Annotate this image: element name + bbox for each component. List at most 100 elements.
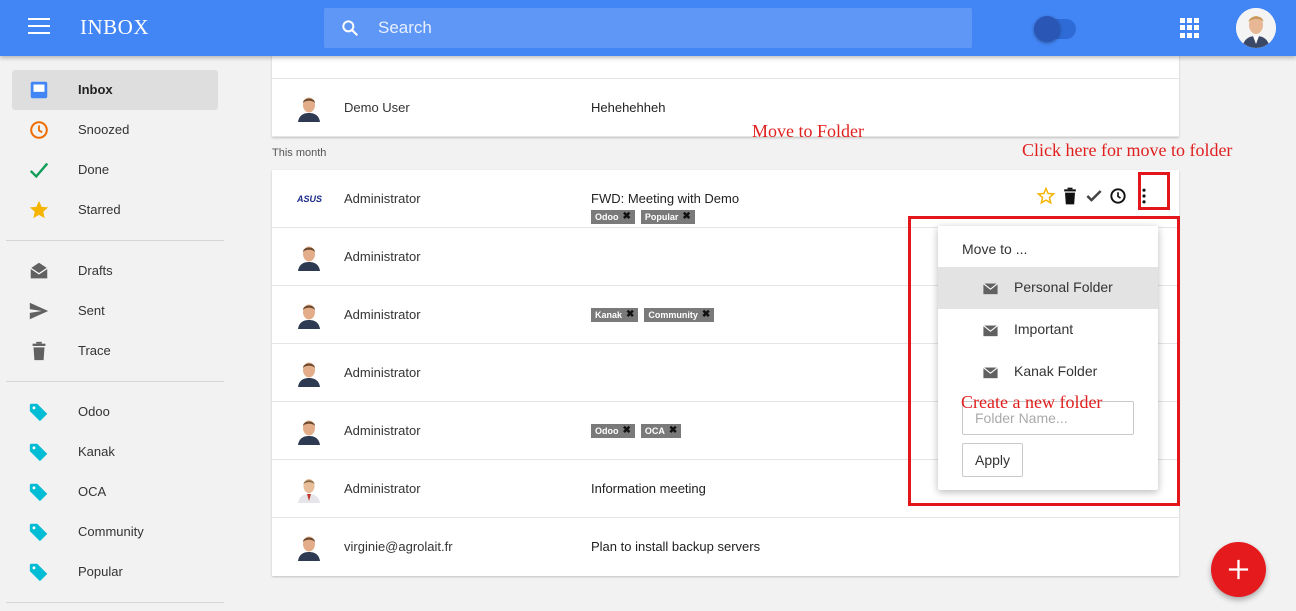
remove-tag-icon[interactable]: ✖ — [623, 426, 631, 436]
tag-chip: Odoo ✖ — [591, 210, 635, 224]
sidebar-item-label: Snoozed — [78, 122, 130, 137]
toggle-knob — [1034, 16, 1060, 42]
tag-list: Odoo ✖ OCA ✖ — [591, 424, 682, 438]
sidebar-item-done[interactable]: Done — [12, 150, 218, 190]
svg-text:ASUS: ASUS — [296, 194, 322, 204]
sidebar-item-label: Community — [78, 524, 144, 539]
sidebar-item-label: Sent — [78, 303, 105, 318]
highlight-box-more-button — [1138, 172, 1170, 210]
drafts-icon — [28, 260, 50, 282]
sidebar-item-trace[interactable]: Trace — [12, 331, 218, 371]
compose-button[interactable] — [1211, 542, 1266, 597]
sidebar-item-label: Odoo — [78, 404, 110, 419]
tag-list: Odoo ✖ Popular ✖ — [591, 210, 695, 224]
tag-chip: Popular ✖ — [640, 210, 695, 224]
app-title: INBOX — [80, 15, 149, 39]
tag-label: Kanak — [595, 310, 623, 320]
avatar — [296, 243, 322, 271]
sidebar-item-label: Kanak — [78, 444, 115, 459]
sidebar-item-label: Done — [78, 162, 110, 177]
avatar — [296, 94, 322, 122]
tag-chip: Kanak ✖ — [591, 308, 639, 322]
remove-tag-icon[interactable]: ✖ — [669, 426, 677, 436]
mail-subject: FWD: Meeting with Demo — [591, 191, 740, 206]
mail-sender: Administrator — [344, 365, 421, 380]
apps-grid-icon[interactable] — [1180, 18, 1200, 38]
user-avatar[interactable] — [1236, 8, 1276, 48]
search-bar[interactable] — [324, 8, 972, 48]
trash-icon[interactable] — [1060, 186, 1080, 206]
mail-subject: Plan to install backup servers — [591, 539, 761, 554]
avatar — [296, 475, 322, 503]
mail-subject: Hehehehheh — [591, 100, 666, 115]
remove-tag-icon[interactable]: ✖ — [623, 212, 631, 222]
sidebar-divider — [6, 240, 224, 241]
menu-icon[interactable] — [28, 18, 50, 36]
avatar — [296, 301, 322, 329]
plus-icon — [1228, 559, 1249, 580]
remove-tag-icon[interactable]: ✖ — [626, 310, 634, 320]
mail-sender: Administrator — [344, 191, 421, 206]
mail-sender: virginie@agrolait.fr — [344, 539, 453, 554]
tag-chip: Odoo ✖ — [591, 424, 635, 438]
sidebar-item-snoozed[interactable]: Snoozed — [12, 110, 218, 150]
top-app-bar: INBOX — [0, 0, 1296, 56]
sidebar-item-drafts[interactable]: Drafts — [12, 251, 218, 291]
tag-list: Kanak ✖ Community ✖ — [591, 308, 715, 322]
tag-chip: OCA ✖ — [640, 424, 682, 438]
tag-chip: Community ✖ — [644, 308, 715, 322]
sidebar: Inbox Snoozed Done Starred Drafts Sent T… — [0, 56, 230, 611]
sidebar-item-sent[interactable]: Sent — [12, 291, 218, 331]
toggle-switch[interactable] — [1034, 16, 1076, 42]
annotation-move-to-folder: Move to Folder — [752, 121, 864, 141]
remove-tag-icon[interactable]: ✖ — [702, 310, 710, 320]
sidebar-divider — [6, 381, 224, 382]
tag-label: Popular — [644, 212, 679, 222]
sidebar-divider — [6, 602, 224, 603]
sidebar-item-kanak[interactable]: Kanak — [12, 432, 218, 472]
clock-icon — [28, 119, 50, 141]
check-icon — [28, 159, 50, 181]
send-icon — [28, 300, 50, 322]
tag-label: Odoo — [595, 426, 619, 436]
check-icon[interactable] — [1084, 186, 1104, 206]
sidebar-item-inbox[interactable]: Inbox — [12, 70, 218, 110]
star-icon — [28, 199, 50, 221]
sidebar-item-oca[interactable]: OCA — [12, 472, 218, 512]
sidebar-item-label: OCA — [78, 484, 107, 499]
tag-label: Odoo — [595, 212, 619, 222]
avatar — [296, 417, 322, 445]
mail-sender: Administrator — [344, 307, 421, 322]
inbox-icon — [28, 79, 50, 101]
sidebar-item-odoo[interactable]: Odoo — [12, 392, 218, 432]
remove-tag-icon[interactable]: ✖ — [682, 212, 690, 222]
annotation-click-here: Click here for move to folder — [1022, 140, 1233, 160]
tag-label: OCA — [644, 426, 665, 436]
sidebar-item-starred[interactable]: Starred — [12, 190, 218, 230]
avatar — [296, 359, 322, 387]
search-icon[interactable] — [340, 18, 360, 38]
sidebar-item-community[interactable]: Community — [12, 512, 218, 552]
mail-sender: Administrator — [344, 249, 421, 264]
sidebar-item-label: Trace — [78, 343, 111, 358]
avatar — [296, 533, 322, 561]
search-input[interactable] — [378, 8, 958, 48]
label-icon — [28, 481, 50, 503]
table-row[interactable]: virginie@agrolait.fr Plan to install bac… — [272, 518, 1179, 576]
trash-icon — [28, 340, 50, 362]
table-row[interactable]: Demo User Hehehehheh — [272, 79, 1179, 137]
highlight-box-menu — [908, 216, 1180, 506]
section-header: This month — [272, 147, 327, 159]
label-icon — [28, 441, 50, 463]
label-icon — [28, 401, 50, 423]
sidebar-item-popular[interactable]: Popular — [12, 552, 218, 592]
star-outline-icon[interactable] — [1036, 186, 1056, 206]
sidebar-item-label: Popular — [78, 564, 123, 579]
mail-sender: Administrator — [344, 481, 421, 496]
sidebar-item-label: Drafts — [78, 263, 113, 278]
clock-icon[interactable] — [1108, 186, 1128, 206]
label-icon — [28, 521, 50, 543]
tag-label: Community — [648, 310, 698, 320]
sidebar-item-label: Starred — [78, 202, 121, 217]
asus-logo: ASUS — [296, 191, 324, 205]
